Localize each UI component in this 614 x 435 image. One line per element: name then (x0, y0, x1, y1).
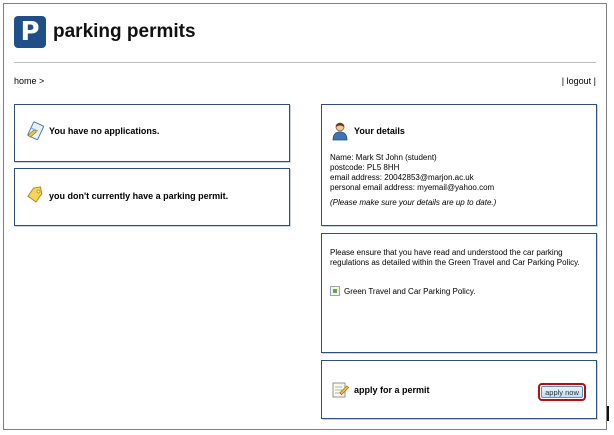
logout-link[interactable]: | logout | (562, 76, 596, 86)
text-cursor (607, 406, 609, 421)
applications-panel: You have no applications. (14, 104, 290, 162)
permit-panel: you don't currently have a parking permi… (14, 168, 290, 226)
policy-text: Please ensure that you have read and und… (330, 248, 580, 267)
policy-panel: Please ensure that you have read and und… (321, 233, 597, 353)
form-pencil-icon (332, 382, 350, 398)
apply-label: apply for a permit (354, 385, 430, 395)
tag-icon (27, 186, 43, 203)
app-title: parking permits (53, 21, 196, 42)
permit-status-text: you don't currently have a parking permi… (49, 191, 229, 201)
email-address: email address: 20042853@marjon.ac.uk (330, 173, 474, 182)
header-divider (14, 62, 596, 63)
your-details-title: Your details (354, 126, 405, 136)
postcode: postcode: PL5 8HH (330, 163, 400, 172)
parking-logo-icon: P (14, 16, 46, 48)
user-icon (332, 122, 348, 141)
document-pencil-icon (27, 121, 44, 141)
apply-now-highlight: apply now (538, 383, 586, 401)
personal-email-address: personal email address: myemail@yahoo.co… (330, 183, 495, 192)
site-header: P parking permits (14, 15, 196, 49)
applications-status-text: You have no applications. (49, 126, 160, 136)
policy-link-text[interactable]: Green Travel and Car Parking Policy. (344, 287, 475, 296)
apply-now-button[interactable]: apply now (541, 386, 583, 398)
apply-panel: apply for a permit apply now (321, 360, 597, 419)
student-name: Name: Mark St John (student) (330, 153, 437, 162)
policy-link[interactable]: Green Travel and Car Parking Policy. (330, 286, 588, 296)
your-details-panel: Your details Name: Mark St John (student… (321, 104, 597, 226)
broken-image-icon (330, 286, 340, 296)
breadcrumb-home[interactable]: home > (14, 76, 44, 86)
details-note: (Please make sure your details are up to… (330, 198, 497, 207)
details-body: Name: Mark St John (student) postcode: P… (330, 153, 588, 208)
